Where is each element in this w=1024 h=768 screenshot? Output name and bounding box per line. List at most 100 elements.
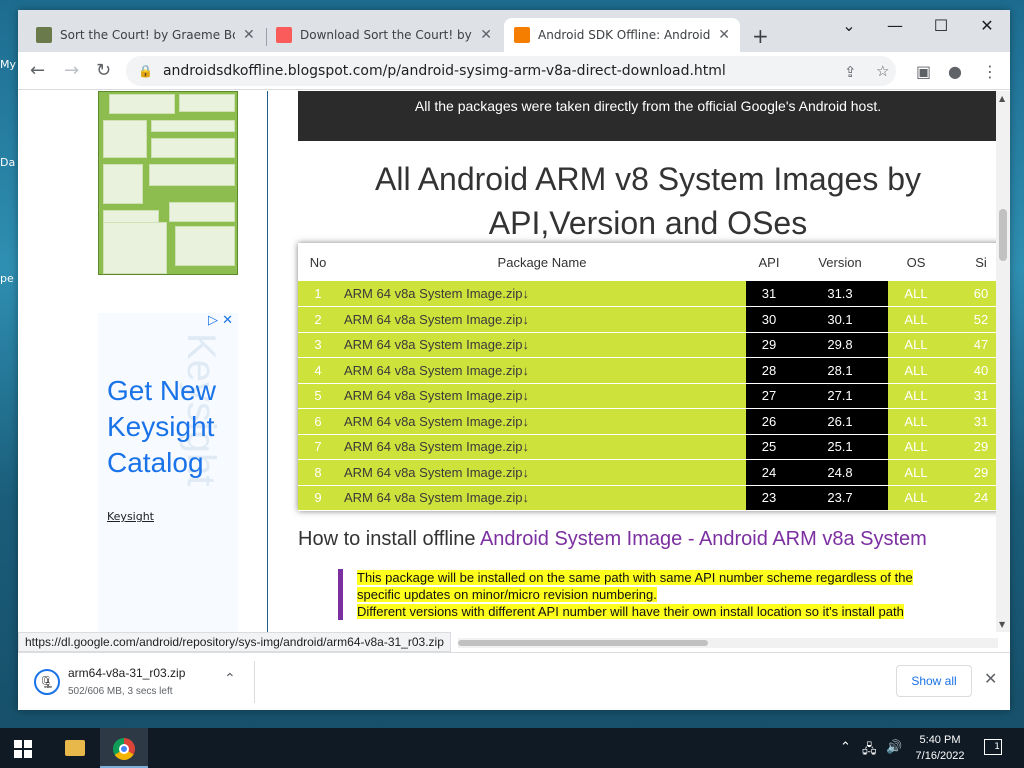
- show-all-button[interactable]: Show all: [896, 665, 972, 697]
- horizontal-scrollbar[interactable]: [458, 638, 998, 648]
- package-download-link[interactable]: ARM 64 v8a System Image.zip↓: [338, 485, 746, 511]
- tab-strip: Sort the Court! by Graeme Borland ✕ Down…: [18, 10, 1010, 52]
- os-value: ALL: [888, 281, 944, 307]
- chevron-up-icon[interactable]: ⌃: [224, 671, 236, 687]
- column-header: Package Name: [338, 243, 746, 281]
- clock-date: 7/16/2022: [915, 750, 965, 762]
- table-row: 8 ARM 64 v8a System Image.zip↓ 24 24.8 ALL 29: [298, 459, 1010, 486]
- close-tab-icon[interactable]: ✕: [718, 27, 730, 43]
- itchio-icon: [276, 27, 292, 43]
- version-number: 23.7: [792, 485, 888, 511]
- browser-window: Sort the Court! by Graeme Borland ✕ Down…: [18, 10, 1010, 710]
- api-level: 26: [746, 408, 792, 435]
- side-panel-icon[interactable]: ▣: [916, 62, 931, 81]
- os-value: ALL: [888, 332, 944, 358]
- ad-choices-icon[interactable]: ▷ ✕: [208, 313, 233, 328]
- chevron-up-icon[interactable]: ⌃: [840, 740, 851, 755]
- tab-android-sdk-offline[interactable]: Android SDK Offline: Android System ✕: [504, 18, 740, 52]
- clock-time: 5:40 PM: [919, 734, 961, 746]
- version-number: 26.1: [792, 408, 888, 435]
- notification-center-icon[interactable]: 1: [984, 739, 1002, 755]
- package-download-link[interactable]: ARM 64 v8a System Image.zip↓: [338, 408, 746, 435]
- os-value: ALL: [888, 306, 944, 333]
- package-download-link[interactable]: ARM 64 v8a System Image.zip↓: [338, 306, 746, 333]
- install-heading: How to install offline Android System Im…: [298, 528, 1010, 551]
- os-value: ALL: [888, 459, 944, 486]
- column-header: OS: [888, 243, 944, 281]
- column-header: No: [298, 243, 338, 281]
- close-window-button[interactable]: ✕: [964, 16, 1010, 35]
- column-header: API: [746, 243, 792, 281]
- windows-start-button[interactable]: [14, 740, 32, 758]
- close-icon[interactable]: ✕: [984, 669, 997, 688]
- file-explorer-taskbar-button[interactable]: [50, 728, 98, 768]
- close-tab-icon[interactable]: ✕: [480, 27, 492, 43]
- row-number: 7: [298, 434, 338, 460]
- scrollbar-thumb[interactable]: [999, 209, 1007, 261]
- api-level: 25: [746, 434, 792, 460]
- install-heading-link[interactable]: Android System Image - Android ARM v8a S…: [480, 528, 927, 550]
- install-heading-prefix: How to install offline: [298, 528, 480, 550]
- download-shelf: 🗜 arm64-v8a-31_r03.zip 502/606 MB, 3 sec…: [18, 652, 1010, 710]
- table-body: 1 ARM 64 v8a System Image.zip↓ 31 31.3 ALL 60…: [298, 281, 1010, 511]
- lock-icon[interactable]: 🔒: [138, 64, 153, 78]
- ad-headline[interactable]: Get New Keysight Catalog: [107, 373, 227, 481]
- package-download-link[interactable]: ARM 64 v8a System Image.zip↓: [338, 332, 746, 358]
- menu-kebab-icon[interactable]: ⋮: [982, 62, 998, 81]
- new-tab-button[interactable]: +: [752, 24, 769, 48]
- package-download-link[interactable]: ARM 64 v8a System Image.zip↓: [338, 357, 746, 384]
- package-download-link[interactable]: ARM 64 v8a System Image.zip↓: [338, 383, 746, 409]
- network-icon[interactable]: 🖧: [862, 740, 877, 762]
- forward-button[interactable]: →: [64, 60, 79, 81]
- chrome-taskbar-button[interactable]: [100, 728, 148, 768]
- os-value: ALL: [888, 485, 944, 511]
- row-number: 9: [298, 485, 338, 511]
- desktop-icon-label[interactable]: My: [0, 58, 20, 71]
- system-clock[interactable]: 5:40 PM 7/16/2022: [910, 732, 970, 764]
- table-row: 9 ARM 64 v8a System Image.zip↓ 23 23.7 ALL 24: [298, 485, 1010, 511]
- download-filename[interactable]: arm64-v8a-31_r03.zip: [68, 666, 185, 680]
- vertical-scrollbar[interactable]: ▲ ▼: [996, 91, 1010, 632]
- scrollbar-thumb[interactable]: [458, 640, 708, 646]
- tab-title: Android SDK Offline: Android System: [538, 28, 711, 42]
- ad-brand-link[interactable]: Keysight: [107, 510, 154, 523]
- os-value: ALL: [888, 357, 944, 384]
- scroll-down-icon[interactable]: ▼: [999, 620, 1005, 629]
- chrome-icon: [113, 738, 135, 760]
- folder-icon: [65, 740, 85, 756]
- minimize-button[interactable]: —: [872, 16, 918, 35]
- reload-button[interactable]: ↻: [96, 60, 111, 81]
- tab-search-button[interactable]: ⌄: [826, 16, 872, 35]
- package-download-link[interactable]: ARM 64 v8a System Image.zip↓: [338, 434, 746, 460]
- volume-icon[interactable]: 🔊: [886, 740, 902, 755]
- package-download-link[interactable]: ARM 64 v8a System Image.zip↓: [338, 281, 746, 307]
- table-row: 5 ARM 64 v8a System Image.zip↓ 27 27.1 ALL 31: [298, 383, 1010, 409]
- maximize-button[interactable]: ☐: [918, 16, 964, 35]
- link-hover-status: https://dl.google.com/android/repository…: [18, 632, 451, 652]
- profile-avatar-icon[interactable]: ●: [948, 62, 962, 81]
- close-tab-icon[interactable]: ✕: [243, 27, 255, 43]
- back-button[interactable]: ←: [30, 60, 45, 81]
- blog-sidebar: Keysight ▷ ✕ Get New Keysight Catalog Ke…: [58, 91, 268, 632]
- package-download-link[interactable]: ARM 64 v8a System Image.zip↓: [338, 459, 746, 486]
- row-number: 4: [298, 357, 338, 384]
- desktop-icon-label[interactable]: Da: [0, 156, 20, 169]
- table-row: 2 ARM 64 v8a System Image.zip↓ 30 30.1 ALL 52: [298, 306, 1010, 333]
- row-number: 8: [298, 459, 338, 486]
- share-icon[interactable]: ⇪: [844, 63, 857, 81]
- scroll-up-icon[interactable]: ▲: [999, 94, 1005, 103]
- bookmark-star-icon[interactable]: ☆: [876, 62, 889, 80]
- tab-download-sort-the-court[interactable]: Download Sort the Court! by Graeme Borla…: [266, 18, 502, 52]
- tab-sort-the-court[interactable]: Sort the Court! by Graeme Borland ✕: [26, 18, 266, 52]
- desktop-icon-label[interactable]: pe: [0, 272, 20, 285]
- version-number: 28.1: [792, 357, 888, 384]
- table-header-row: No Package Name API Version OS Si: [298, 243, 1010, 281]
- browser-toolbar: ← → ↻ 🔒 androidsdkoffline.blogspot.com/p…: [18, 52, 1010, 90]
- tutorial-thumbnail-image[interactable]: [98, 91, 238, 275]
- advertisement-panel[interactable]: Keysight ▷ ✕ Get New Keysight Catalog Ke…: [98, 313, 238, 632]
- address-bar[interactable]: 🔒 androidsdkoffline.blogspot.com/p/andro…: [126, 56, 896, 86]
- api-level: 30: [746, 306, 792, 333]
- note-line: specific updates on minor/micro revision…: [357, 587, 657, 602]
- zip-file-icon[interactable]: 🗜: [34, 669, 60, 695]
- divider: [254, 661, 255, 703]
